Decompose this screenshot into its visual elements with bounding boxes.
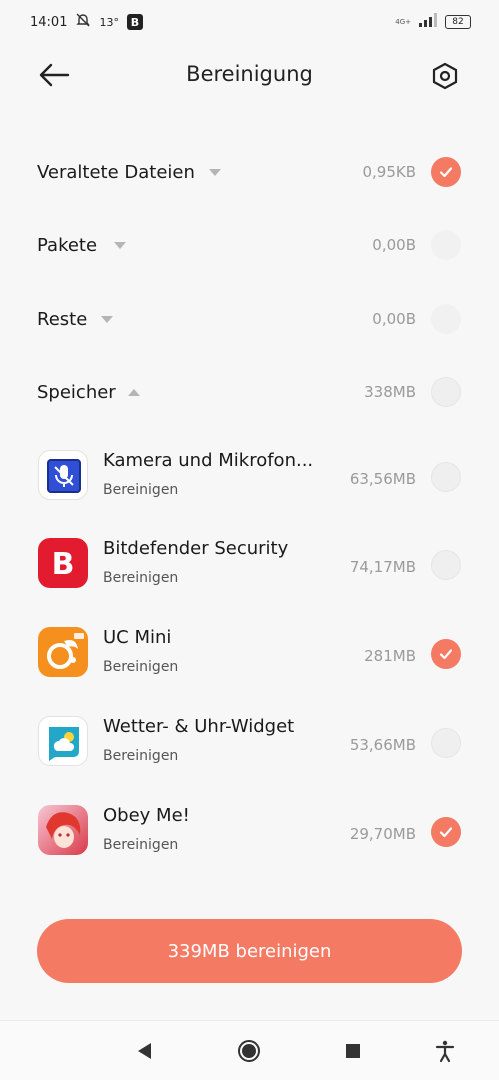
checkbox-checked[interactable] <box>431 157 461 187</box>
settings-hexagon-icon[interactable] <box>430 61 460 91</box>
checkbox-unchecked[interactable] <box>431 230 461 260</box>
app-size: 281MB <box>364 647 416 665</box>
svg-text:B: B <box>52 547 75 582</box>
app-size: 29,70MB <box>349 825 416 843</box>
category-row-veraltete-dateien[interactable]: Veraltete Dateien 0,95KB <box>0 147 499 197</box>
uc-mini-icon <box>38 627 88 677</box>
app-size: 53,66MB <box>349 736 416 754</box>
nav-home-icon[interactable] <box>237 1039 261 1063</box>
category-size: 0,95KB <box>362 163 416 181</box>
category-row-speicher[interactable]: Speicher 338MB <box>0 367 499 417</box>
camera-mic-icon <box>38 450 88 500</box>
bitdefender-status-icon: B <box>126 14 143 30</box>
nav-back-icon[interactable] <box>133 1039 157 1063</box>
accessibility-icon[interactable] <box>433 1039 457 1063</box>
status-bar: 14:01 13° B 4G+ 82 <box>0 0 499 44</box>
battery-level: 82 <box>452 17 464 27</box>
app-action: Bereinigen <box>103 482 179 498</box>
battery-indicator: 82 <box>445 15 471 29</box>
network-type: 4G+ <box>395 17 411 26</box>
status-time: 14:01 <box>30 14 68 30</box>
category-label: Reste <box>37 308 88 330</box>
app-row-kamera[interactable]: Kamera und Mikrofon... Bereinigen 63,56M… <box>0 440 499 520</box>
category-row-pakete[interactable]: Pakete 0,00B <box>0 220 499 270</box>
category-row-reste[interactable]: Reste 0,00B <box>0 294 499 344</box>
app-size: 74,17MB <box>349 558 416 576</box>
app-row-obey-me[interactable]: Obey Me! Bereinigen 29,70MB <box>0 795 499 875</box>
page-title: Bereinigung <box>186 62 313 86</box>
nav-recents-icon[interactable] <box>341 1039 365 1063</box>
app-size: 63,56MB <box>349 470 416 488</box>
category-label: Speicher <box>37 381 116 403</box>
checkbox-checked[interactable] <box>431 639 461 669</box>
app-action: Bereinigen <box>103 570 179 586</box>
clean-button[interactable]: 339MB bereinigen <box>37 919 462 983</box>
checkbox-unchecked[interactable] <box>431 462 461 492</box>
obey-me-icon <box>38 805 88 855</box>
app-name: Wetter- & Uhr-Widget <box>103 716 295 737</box>
category-size: 0,00B <box>372 236 416 254</box>
header: Bereinigung <box>0 50 499 100</box>
app-name: Kamera und Mikrofon... <box>103 450 314 471</box>
app-name: Bitdefender Security <box>103 538 289 559</box>
expand-caret-icon[interactable] <box>101 315 113 323</box>
checkbox-unchecked[interactable] <box>431 550 461 580</box>
signal-icon <box>419 13 437 31</box>
app-action: Bereinigen <box>103 748 179 764</box>
app-name: UC Mini <box>103 627 172 648</box>
expand-caret-icon[interactable] <box>114 241 126 249</box>
app-row-bitdefender[interactable]: B Bitdefender Security Bereinigen 74,17M… <box>0 528 499 608</box>
mute-bell-icon <box>75 12 91 32</box>
app-row-uc-mini[interactable]: UC Mini Bereinigen 281MB <box>0 617 499 697</box>
app-action: Bereinigen <box>103 837 179 853</box>
app-action: Bereinigen <box>103 659 179 675</box>
app-row-wetter[interactable]: Wetter- & Uhr-Widget Bereinigen 53,66MB <box>0 706 499 786</box>
category-label: Pakete <box>37 234 98 256</box>
checkbox-checked[interactable] <box>431 817 461 847</box>
collapse-caret-icon[interactable] <box>128 388 140 396</box>
navigation-bar <box>0 1020 499 1080</box>
checkbox-unchecked[interactable] <box>431 377 461 407</box>
category-size: 0,00B <box>372 310 416 328</box>
checkbox-unchecked[interactable] <box>431 304 461 334</box>
weather-widget-icon <box>38 716 88 766</box>
expand-caret-icon[interactable] <box>209 168 221 176</box>
bitdefender-icon: B <box>38 538 88 588</box>
app-name: Obey Me! <box>103 805 190 826</box>
category-label: Veraltete Dateien <box>37 161 195 183</box>
status-temperature: 13° <box>99 15 119 29</box>
checkbox-unchecked[interactable] <box>431 728 461 758</box>
category-size: 338MB <box>364 383 416 401</box>
